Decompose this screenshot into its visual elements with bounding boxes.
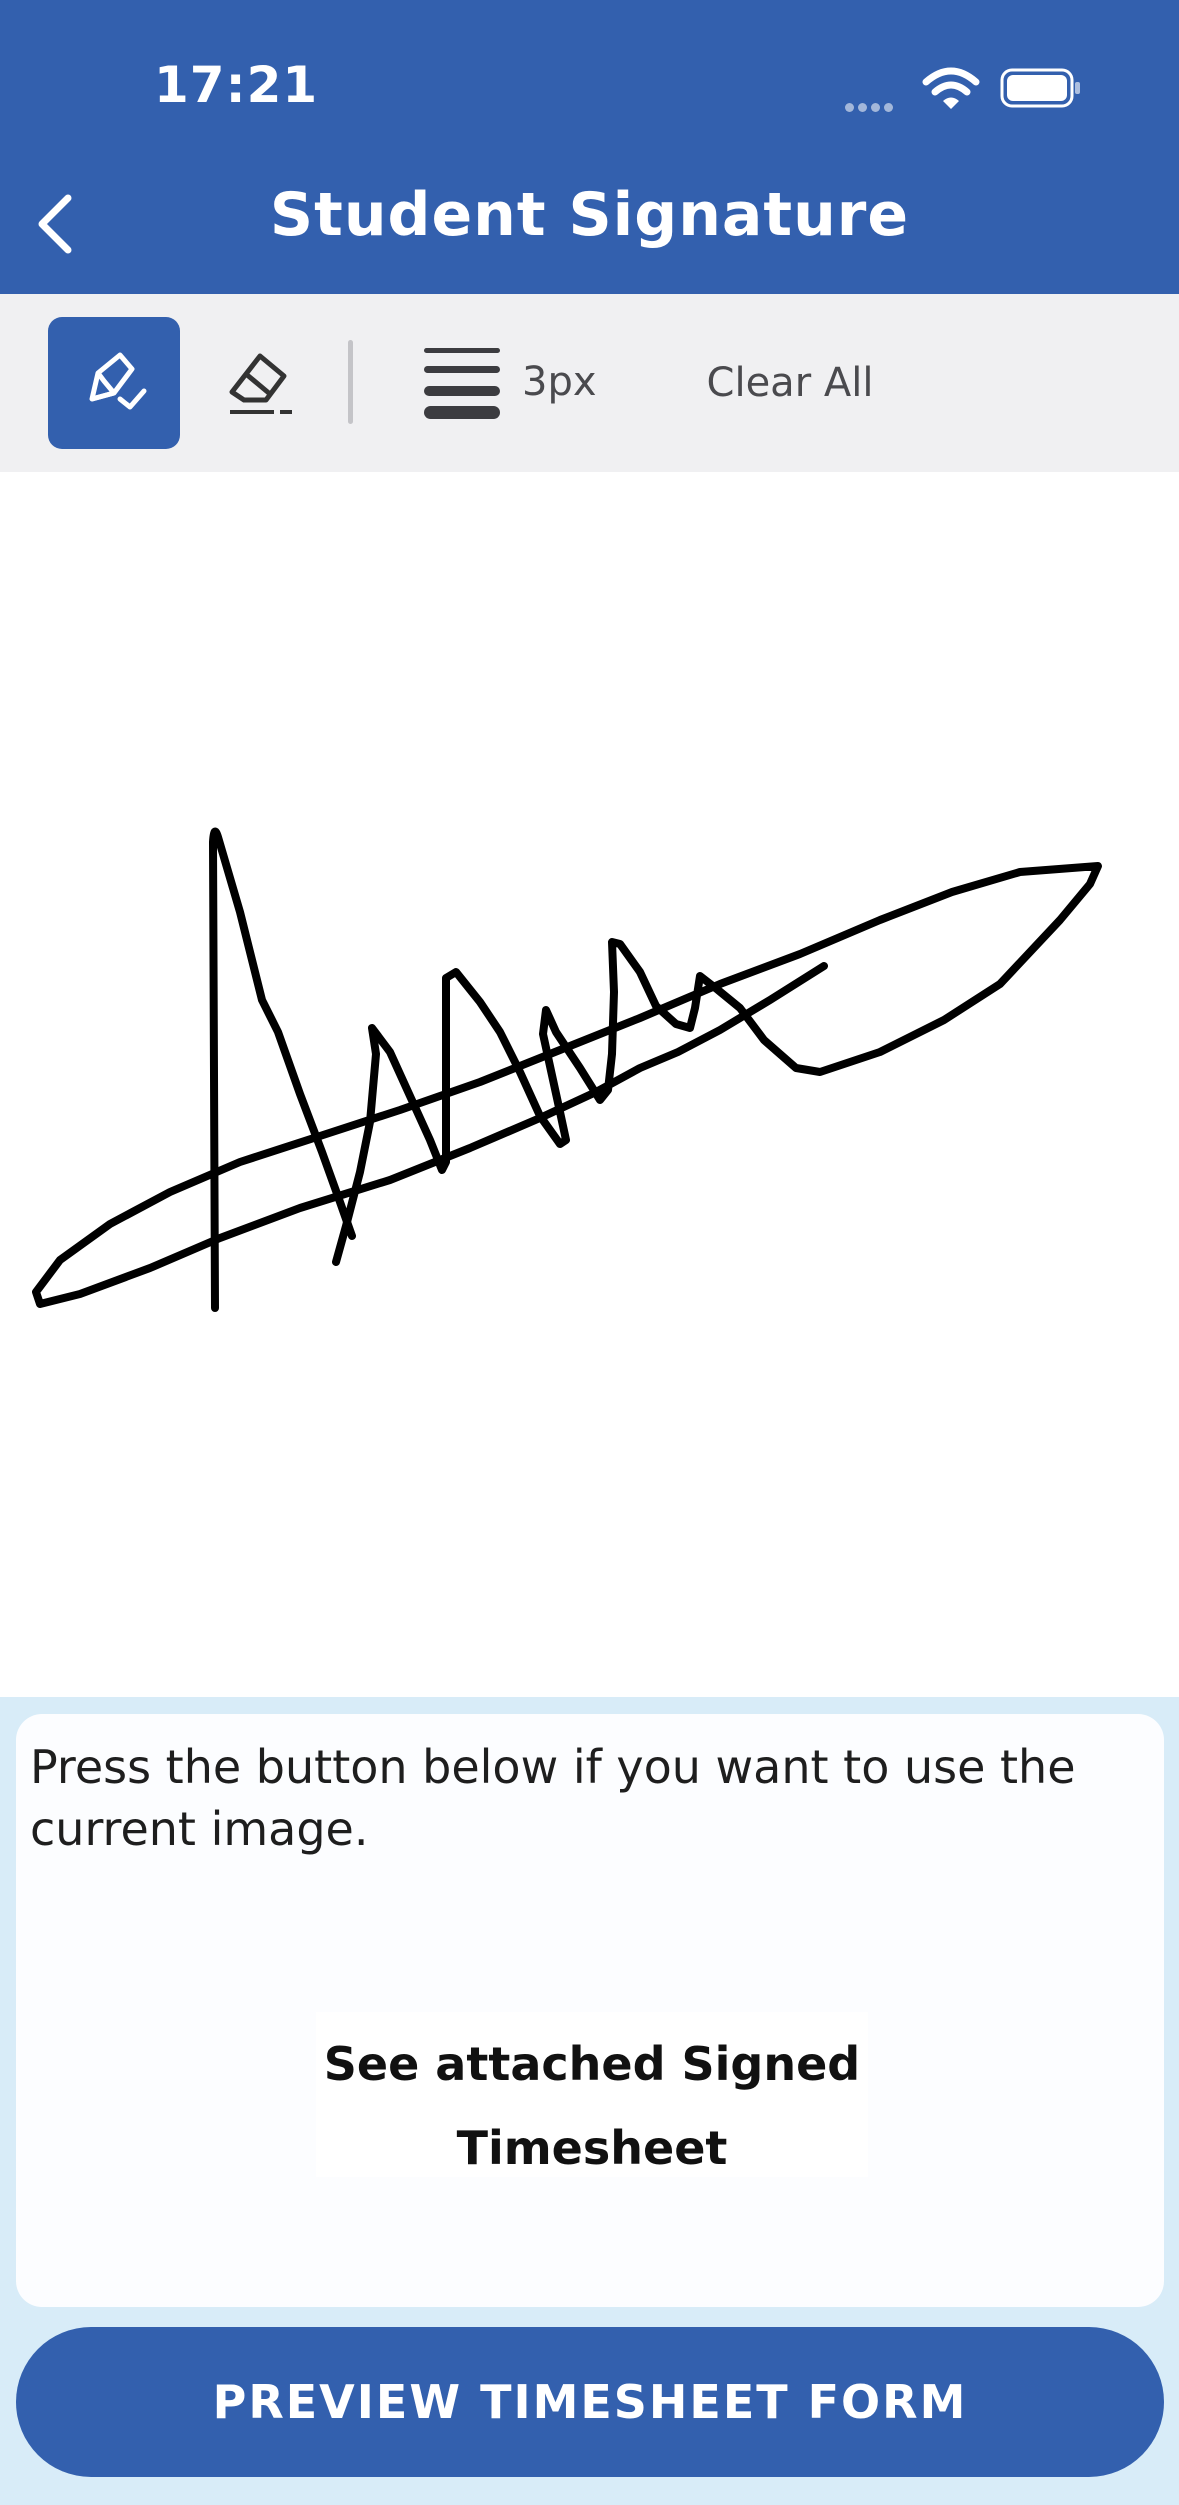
preview-timesheet-button[interactable]: PREVIEW TIMESHEET FORM xyxy=(16,2327,1164,2477)
eraser-tool-button[interactable] xyxy=(210,332,310,432)
signature-canvas[interactable] xyxy=(0,472,1179,1697)
battery-icon xyxy=(1000,68,1080,108)
pen-icon xyxy=(89,352,147,410)
wifi-icon xyxy=(922,67,980,109)
page-title: Student Signature xyxy=(269,180,910,250)
stroke-width-value[interactable]: 3px xyxy=(522,359,597,405)
clear-all-button[interactable]: Clear All xyxy=(690,350,890,416)
stroke-width-icon[interactable] xyxy=(424,346,500,420)
info-card: Press the button below if you want to us… xyxy=(16,1714,1164,2307)
toolbar-divider xyxy=(348,340,353,424)
signal-icon xyxy=(845,97,897,116)
signature-drawing xyxy=(32,827,1102,1312)
attached-line-2: Timesheet xyxy=(456,2121,728,2175)
attached-line-1: See attached Signed xyxy=(323,2037,861,2091)
attached-image-text: See attached Signed Timesheet xyxy=(316,2022,868,2190)
drawing-toolbar: 3px Clear All xyxy=(0,294,1179,472)
status-time: 17:21 xyxy=(154,56,319,114)
attached-signature-image: See attached Signed Timesheet xyxy=(316,2012,868,2177)
signature-stroke-swoop xyxy=(32,862,1102,1308)
eraser-icon xyxy=(229,353,292,414)
app-header: 17:21 Student Signature xyxy=(0,0,1179,294)
info-message: Press the button below if you want to us… xyxy=(30,1740,1076,1856)
pen-tool-button[interactable] xyxy=(48,317,180,449)
